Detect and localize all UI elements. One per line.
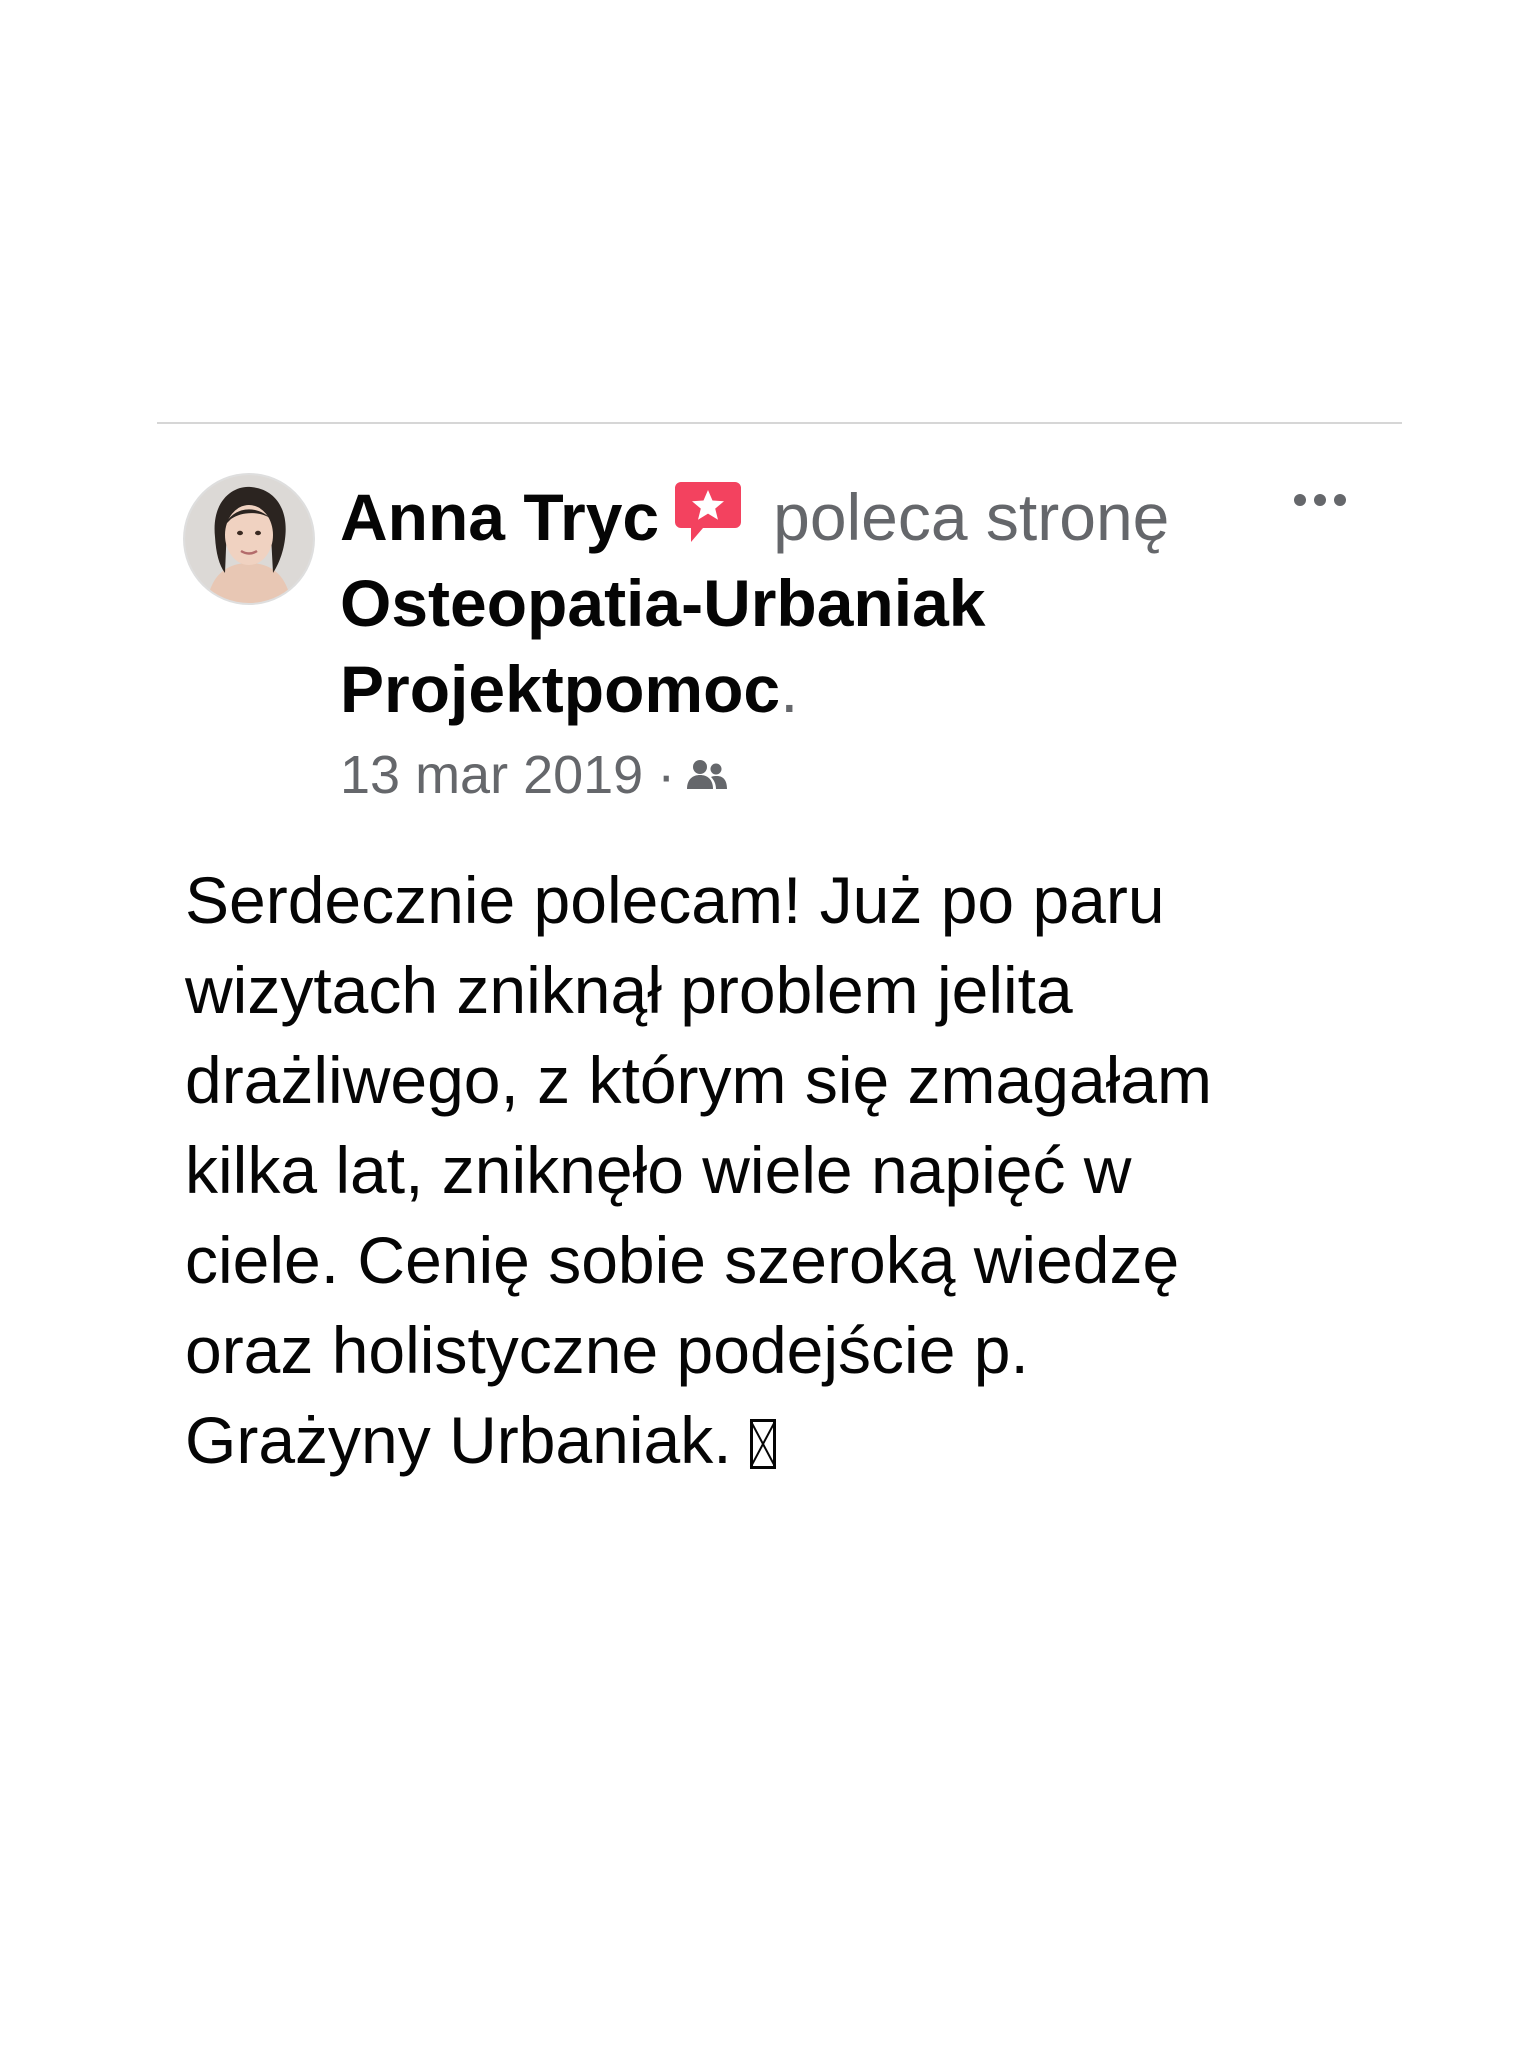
body-line: Grażyny Urbaniak. — [185, 1403, 732, 1477]
post-meta: 13 mar 2019 · — [340, 740, 729, 810]
post-date[interactable]: 13 mar 2019 — [340, 740, 643, 810]
page-suffix: . — [780, 652, 799, 726]
action-text: poleca stronę — [773, 480, 1170, 554]
post-header: Anna Tryc poleca stronę Osteopatia-Urban… — [340, 474, 1280, 732]
avatar-photo — [185, 475, 313, 603]
body-line: kilka lat, zniknęło wiele napięć w — [185, 1133, 1132, 1207]
recommended-page-link[interactable]: Osteopatia-Urbaniak Projektpomoc — [340, 566, 986, 726]
post-body: Serdecznie polecam! Już po paru wizytach… — [185, 855, 1335, 1485]
top-divider — [157, 422, 1402, 424]
body-line: ciele. Cenię sobie szeroką wiedzę — [185, 1223, 1180, 1297]
body-line: drażliwego, z którym się zmagałam — [185, 1043, 1212, 1117]
more-options-icon — [1294, 494, 1346, 506]
meta-separator: · — [657, 745, 676, 805]
missing-emoji-glyph-icon — [749, 1419, 776, 1469]
avatar[interactable] — [185, 475, 313, 603]
more-options-button[interactable] — [1290, 482, 1350, 518]
author-name[interactable]: Anna Tryc — [340, 480, 659, 554]
body-line: oraz holistyczne podejście p. — [185, 1313, 1029, 1387]
body-line: wizytach zniknął problem jelita — [185, 953, 1073, 1027]
friends-icon[interactable] — [685, 757, 729, 793]
recommendation-star-icon — [673, 480, 743, 546]
body-line: Serdecznie polecam! Już po paru — [185, 863, 1165, 937]
